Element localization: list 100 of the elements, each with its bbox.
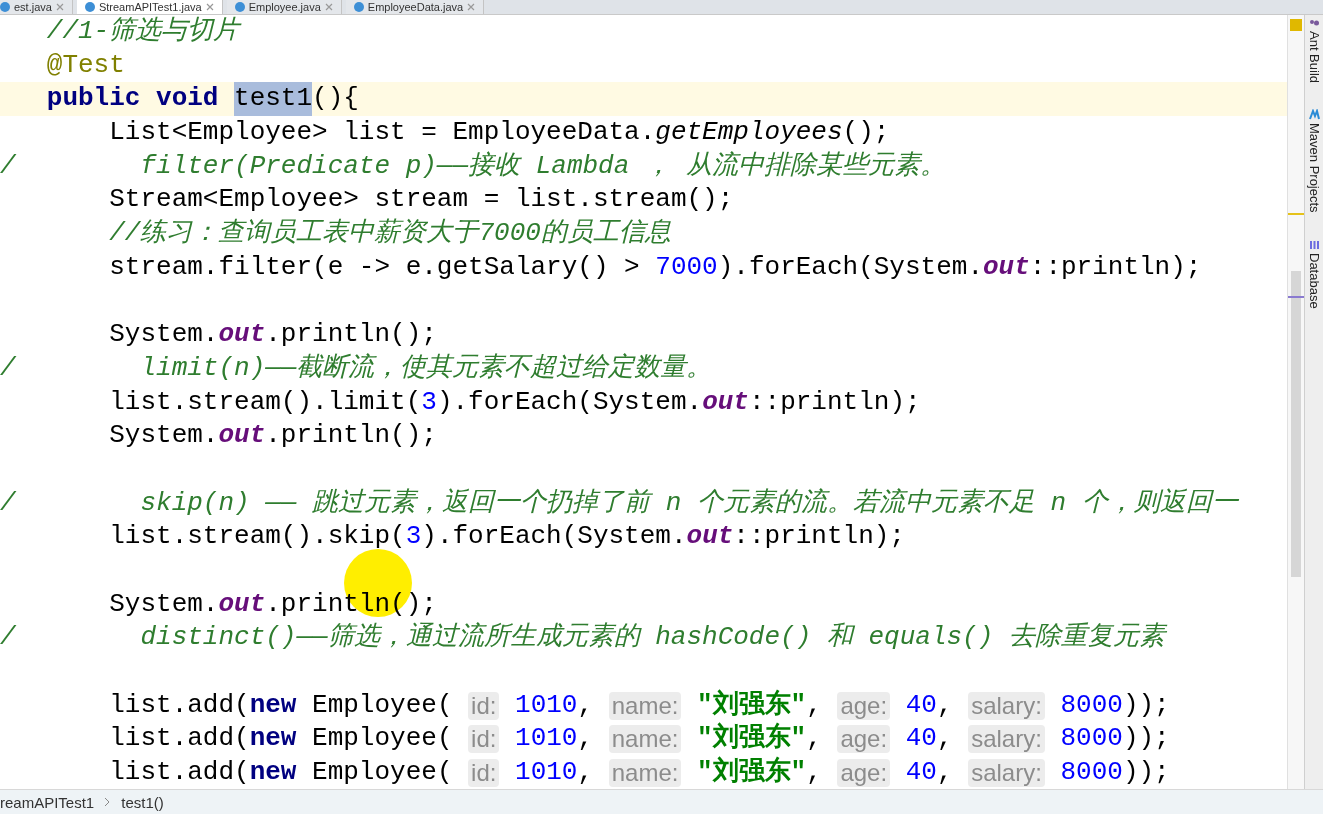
parameter-hint: id: (468, 691, 500, 720)
string-literal: "刘强东" (696, 756, 807, 789)
parameter-hint: salary: (968, 758, 1045, 787)
code-text: Employee( (311, 688, 454, 722)
code-text: list.stream().skip( (108, 520, 406, 554)
code-text: list.add( (108, 756, 250, 789)
field-name: out (218, 318, 266, 352)
code-text: System. (108, 419, 219, 453)
number-literal: 7000 (655, 250, 718, 284)
maven-icon (1308, 109, 1320, 121)
number-literal: 40 (904, 688, 937, 722)
keyword: new (249, 722, 297, 756)
breadcrumb-item[interactable]: test1() (121, 793, 164, 811)
code-text: list.add( (108, 722, 250, 756)
number-literal: 8000 (1059, 688, 1123, 722)
code-text: )); (1122, 688, 1170, 722)
code-text: .println(); (265, 419, 437, 453)
scrollbar-thumb[interactable] (1291, 271, 1301, 577)
file-tab[interactable]: EmployeeData.java (345, 0, 485, 14)
number-literal: 1010 (514, 756, 578, 789)
code-text: Stream<Employee> stream = list.stream(); (108, 183, 734, 217)
file-tab[interactable]: Employee.java (226, 0, 342, 14)
file-tab[interactable]: est.java (0, 0, 73, 14)
code-text: System. (108, 587, 219, 621)
parameter-hint: name: (608, 758, 682, 787)
tool-window-button[interactable]: Maven Projects (1306, 123, 1322, 213)
close-icon[interactable] (467, 3, 476, 11)
close-icon[interactable] (324, 3, 333, 11)
number-literal: 1010 (514, 688, 578, 722)
keyword: new (249, 688, 297, 722)
parameter-hint: name: (608, 725, 682, 754)
code-text: Employee( (311, 722, 454, 756)
class-icon (0, 2, 10, 12)
chevron-icon (104, 797, 112, 807)
code-text: , (806, 688, 823, 722)
code-text: list.add( (108, 688, 250, 722)
warning-marker (1290, 19, 1302, 31)
code-text: )); (1122, 756, 1170, 789)
number-literal: 3 (405, 520, 422, 554)
tool-window-button[interactable]: Ant Build (1306, 31, 1322, 84)
parameter-hint: age: (837, 725, 891, 754)
code-text: ).forEach(System. (436, 385, 703, 419)
class-icon (353, 2, 364, 12)
code-text: Employee( (311, 756, 454, 789)
parameter-hint: name: (608, 691, 682, 720)
code-text: .println(); (265, 318, 437, 352)
close-icon[interactable] (55, 3, 64, 11)
field-name: out (218, 587, 266, 621)
code-text: list.stream().limit( (108, 385, 422, 419)
class-icon (84, 2, 95, 12)
code-text: ::println); (748, 385, 921, 419)
code-text: (){ (312, 82, 359, 116)
code-text: ).forEach(System. (717, 250, 983, 284)
string-literal: "刘强东" (696, 722, 807, 756)
file-tab[interactable]: StreamAPITest1.java (76, 0, 223, 14)
number-literal: 1010 (514, 722, 578, 756)
code-comment: //练习：查询员工表中薪资大于7000的员工信息 (108, 217, 671, 251)
parameter-hint: age: (837, 758, 891, 787)
close-icon[interactable] (205, 3, 214, 11)
code-text: , (577, 688, 595, 722)
code-comment: / limit(n)——截断流，使其元素不超过给定数量。 (0, 351, 713, 385)
code-text: )); (1122, 722, 1170, 756)
parameter-hint: id: (468, 725, 500, 754)
database-icon (1308, 238, 1320, 250)
annotation: @Test (45, 48, 125, 82)
selected-text: test1 (234, 82, 313, 117)
parameter-hint: id: (468, 758, 500, 787)
field-name: out (686, 520, 734, 554)
breadcrumb-item[interactable]: reamAPITest1 (0, 793, 95, 811)
class-icon (234, 2, 245, 12)
tool-window-button[interactable]: Database (1306, 252, 1322, 309)
code-text: , (577, 756, 595, 789)
keyword: public void (45, 82, 220, 116)
number-literal: 3 (421, 385, 437, 419)
code-text: , (936, 722, 954, 756)
code-comment: / distinct()——筛选，通过流所生成元素的 hashCode() 和 equals() 去除重复元素 (0, 621, 1165, 655)
code-comment: / filter(Predicate p)——接收 Lambda ， 从流中排除某些元素。 (0, 149, 947, 183)
code-text: List<Employee> list = EmployeeData. (108, 116, 656, 150)
code-text: (); (842, 116, 890, 150)
keyword: new (249, 756, 297, 789)
code-text: , (806, 722, 823, 756)
number-literal: 8000 (1059, 756, 1123, 789)
string-literal: "刘强东" (696, 688, 807, 722)
code-text: , (577, 722, 595, 756)
code-text: , (936, 688, 954, 722)
parameter-hint: age: (837, 691, 891, 720)
code-text: ::println); (1029, 250, 1202, 284)
parameter-hint: salary: (968, 725, 1045, 754)
ant-icon (1308, 17, 1320, 28)
code-text: ::println); (733, 520, 905, 554)
number-literal: 8000 (1059, 722, 1123, 756)
code-editor[interactable] (0, 15, 1287, 789)
field-name: out (702, 385, 749, 419)
field-name: out (983, 250, 1030, 284)
error-marker (1288, 296, 1304, 298)
method-name: getEmployees (655, 116, 843, 150)
code-text: , (806, 756, 823, 789)
warning-marker (1288, 213, 1304, 215)
number-literal: 40 (904, 722, 937, 756)
code-text: stream.filter(e -> e.getSalary() > (108, 250, 641, 284)
